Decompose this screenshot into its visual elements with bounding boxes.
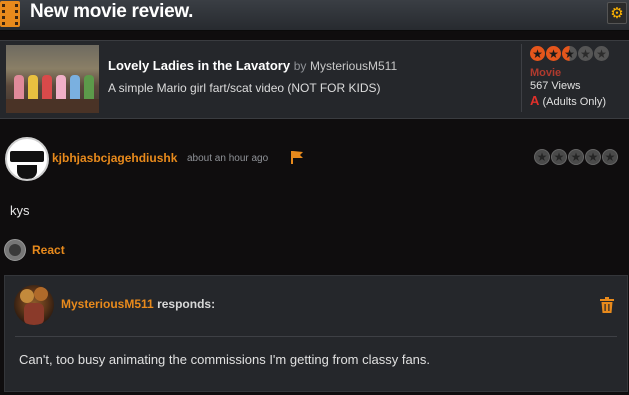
movie-rating-stars: ★ ★ ★ ★ ★ — [530, 46, 609, 61]
author-response: MysteriousM511 responds: Can't, too busy… — [4, 275, 628, 392]
star-icon: ★ — [530, 46, 545, 61]
trash-icon[interactable] — [600, 297, 614, 313]
reviewer-username[interactable]: kjbhjasbcjagehdiushk — [52, 151, 177, 165]
star-empty-icon: ★ — [594, 46, 609, 61]
gear-icon[interactable]: ⚙ — [607, 2, 627, 24]
flag-icon[interactable] — [290, 150, 304, 164]
divider — [15, 336, 617, 337]
movie-title-link[interactable]: Lovely Ladies in the Lavatory — [108, 58, 290, 73]
response-author-link[interactable]: MysteriousM511 — [61, 297, 154, 311]
page-title: New movie review. — [30, 1, 194, 22]
review-timestamp: about an hour ago — [187, 153, 269, 164]
response-verb: responds: — [157, 297, 216, 311]
movie-type: Movie — [530, 67, 562, 79]
star-empty-icon: ★ — [551, 149, 567, 165]
content-rating: A (Adults Only) — [530, 93, 606, 108]
film-strip-icon — [0, 1, 20, 27]
star-empty-icon: ★ — [534, 149, 550, 165]
reviewer-avatar[interactable] — [5, 137, 49, 181]
movie-meta: ★ ★ ★ ★ ★ Movie 567 Views A (Adults Only… — [521, 44, 629, 112]
movie-author-link[interactable]: MysteriousM511 — [310, 59, 397, 73]
react-icon[interactable] — [4, 239, 26, 261]
movie-description: A simple Mario girl fart/scat video (NOT… — [108, 81, 381, 95]
star-empty-icon: ★ — [602, 149, 618, 165]
review-body: kys — [10, 203, 30, 218]
page-header: New movie review. ⚙ — [0, 0, 629, 31]
movie-thumbnail[interactable] — [6, 45, 99, 113]
by-label: by — [293, 59, 307, 73]
star-empty-icon: ★ — [578, 46, 593, 61]
response-body: Can't, too busy animating the commission… — [19, 352, 431, 367]
author-avatar[interactable] — [14, 285, 54, 325]
review-score-stars: ★ ★ ★ ★ ★ — [534, 149, 618, 165]
movie-title-line: Lovely Ladies in the Lavatory by Mysteri… — [108, 58, 397, 73]
star-icon: ★ — [546, 46, 561, 61]
star-half-icon: ★ — [562, 46, 577, 61]
react-button[interactable]: React — [32, 243, 65, 257]
movie-views: 567 Views — [530, 80, 581, 92]
star-empty-icon: ★ — [585, 149, 601, 165]
content-rating-label: (Adults Only) — [542, 96, 607, 108]
adult-rating-icon: A — [530, 93, 540, 108]
star-empty-icon: ★ — [568, 149, 584, 165]
response-header: MysteriousM511 responds: — [61, 297, 215, 311]
